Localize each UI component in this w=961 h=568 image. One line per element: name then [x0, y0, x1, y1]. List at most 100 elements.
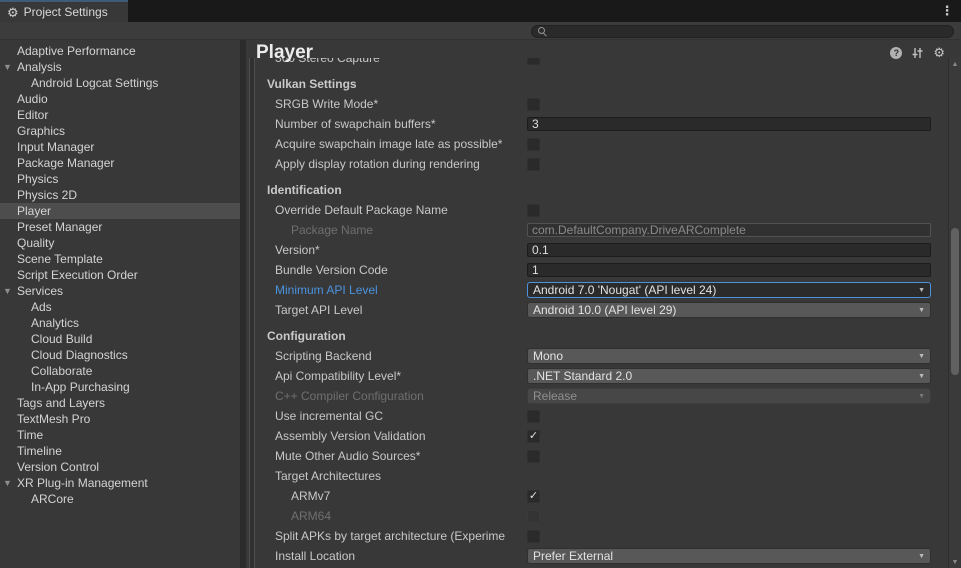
dropdown-value: Prefer External	[533, 549, 918, 563]
sidebar-item-time[interactable]: Time	[0, 427, 240, 443]
override-package-name-checkbox[interactable]	[527, 204, 540, 217]
presets-icon[interactable]	[911, 47, 924, 59]
sidebar-item-preset-manager[interactable]: Preset Manager	[0, 219, 240, 235]
sidebar-item-timeline[interactable]: Timeline	[0, 443, 240, 459]
mute-other-audio-sources-checkbox[interactable]	[527, 450, 540, 463]
foldout-expanded-icon[interactable]: ▼	[3, 286, 12, 296]
swapchain-buffers-field[interactable]: 3	[527, 117, 931, 131]
setting-row: Target API Level Android 10.0 (API level…	[255, 300, 948, 320]
sidebar-item-label: Script Execution Order	[0, 268, 138, 282]
sidebar-item-in-app-purchasing[interactable]: In-App Purchasing	[0, 379, 240, 395]
setting-label: SRGB Write Mode*	[255, 97, 527, 111]
sidebar-item-quality[interactable]: Quality	[0, 235, 240, 251]
sidebar-item-physics-2d[interactable]: Physics 2D	[0, 187, 240, 203]
stereo-capture-checkbox[interactable]	[527, 58, 540, 65]
setting-label: Acquire swapchain image late as possible…	[255, 137, 527, 151]
sidebar-item-xr-plug-in-management[interactable]: ▼XR Plug-in Management	[0, 475, 240, 491]
sidebar-item-ads[interactable]: Ads	[0, 299, 240, 315]
assembly-version-validation-checkbox[interactable]: ✓	[527, 430, 540, 443]
toolbar	[0, 22, 961, 40]
sidebar-item-label: Input Manager	[0, 140, 94, 154]
sidebar-item-version-control[interactable]: Version Control	[0, 459, 240, 475]
acquire-swapchain-late-checkbox[interactable]	[527, 138, 540, 151]
help-icon[interactable]: ?	[890, 47, 902, 59]
setting-label: Split APKs by target architecture (Exper…	[255, 529, 527, 543]
setting-row: SRGB Write Mode*	[255, 94, 948, 114]
setting-label: Number of swapchain buffers*	[255, 117, 527, 131]
setting-row: Acquire swapchain image late as possible…	[255, 134, 948, 154]
sidebar-item-services[interactable]: ▼Services	[0, 283, 240, 299]
sidebar-item-textmesh-pro[interactable]: TextMesh Pro	[0, 411, 240, 427]
sidebar-item-collaborate[interactable]: Collaborate	[0, 363, 240, 379]
install-location-dropdown[interactable]: Prefer External ▼	[527, 548, 931, 564]
sidebar-item-cloud-build[interactable]: Cloud Build	[0, 331, 240, 347]
sidebar-item-label: TextMesh Pro	[0, 412, 90, 426]
tab-project-settings[interactable]: ⚙ Project Settings	[0, 0, 128, 22]
sidebar-item-label: Version Control	[0, 460, 99, 474]
sidebar-item-package-manager[interactable]: Package Manager	[0, 155, 240, 171]
search-input[interactable]	[551, 26, 953, 37]
sidebar-item-input-manager[interactable]: Input Manager	[0, 139, 240, 155]
scrollbar-thumb[interactable]	[951, 228, 959, 375]
dropdown-value: .NET Standard 2.0	[533, 369, 918, 383]
version-field[interactable]: 0.1	[527, 243, 931, 257]
package-name-field: com.DefaultCompany.DriveARComplete	[527, 223, 931, 237]
setting-label: Target Architectures	[255, 469, 527, 483]
sidebar-item-label: Time	[0, 428, 43, 442]
sidebar-item-tags-and-layers[interactable]: Tags and Layers	[0, 395, 240, 411]
sidebar-item-script-execution-order[interactable]: Script Execution Order	[0, 267, 240, 283]
sidebar-item-android-logcat-settings[interactable]: Android Logcat Settings	[0, 75, 240, 91]
apply-display-rotation-checkbox[interactable]	[527, 158, 540, 171]
bundle-version-code-field[interactable]: 1	[527, 263, 931, 277]
split-apks-checkbox[interactable]	[527, 530, 540, 543]
sidebar-item-label: ARCore	[0, 492, 74, 506]
sidebar-item-label: Editor	[0, 108, 48, 122]
gear-icon[interactable]: ⚙	[933, 46, 945, 59]
window-menu-kebab-icon[interactable]: ⋮	[940, 3, 954, 19]
scroll-down-icon[interactable]: ▼	[949, 559, 961, 566]
setting-row: C++ Compiler Configuration Release ▼	[255, 386, 948, 406]
sidebar-item-label: Adaptive Performance	[0, 44, 136, 58]
sidebar-item-physics[interactable]: Physics	[0, 171, 240, 187]
sidebar-item-adaptive-performance[interactable]: Adaptive Performance	[0, 43, 240, 59]
search-box[interactable]	[531, 25, 954, 38]
sidebar-item-player[interactable]: Player	[0, 203, 240, 219]
sidebar-item-scene-template[interactable]: Scene Template	[0, 251, 240, 267]
sidebar-item-label: Player	[0, 204, 51, 218]
setting-row: ARMv7 ✓	[255, 486, 948, 506]
sidebar-item-label: Package Manager	[0, 156, 114, 170]
setting-row: Number of swapchain buffers* 3	[255, 114, 948, 134]
setting-label: Api Compatibility Level*	[255, 369, 527, 383]
foldout-expanded-icon[interactable]: ▼	[3, 478, 12, 488]
scroll-up-icon[interactable]: ▲	[949, 61, 961, 68]
minimum-api-level-dropdown[interactable]: Android 7.0 'Nougat' (API level 24) ▼	[527, 282, 931, 298]
vertical-scrollbar[interactable]: ▲ ▼	[948, 58, 961, 568]
check-icon: ✓	[529, 491, 538, 502]
api-compatibility-level-dropdown[interactable]: .NET Standard 2.0 ▼	[527, 368, 931, 384]
sidebar-item-label: Android Logcat Settings	[0, 76, 158, 90]
sidebar-item-analytics[interactable]: Analytics	[0, 315, 240, 331]
setting-label: Install Location	[255, 549, 527, 563]
dropdown-value: Android 10.0 (API level 29)	[533, 303, 918, 317]
sidebar-item-label: XR Plug-in Management	[0, 476, 148, 490]
foldout-expanded-icon[interactable]: ▼	[3, 62, 12, 72]
setting-row: Assembly Version Validation ✓	[255, 426, 948, 446]
setting-label: Override Default Package Name	[255, 203, 527, 217]
sidebar-item-analysis[interactable]: ▼Analysis	[0, 59, 240, 75]
target-api-level-dropdown[interactable]: Android 10.0 (API level 29) ▼	[527, 302, 931, 318]
sidebar-item-label: Analytics	[0, 316, 79, 330]
sidebar-item-graphics[interactable]: Graphics	[0, 123, 240, 139]
srgb-write-mode-checkbox[interactable]	[527, 98, 540, 111]
setting-row: ARM64	[255, 506, 948, 526]
sidebar-item-arcore[interactable]: ARCore	[0, 491, 240, 507]
sidebar-item-audio[interactable]: Audio	[0, 91, 240, 107]
scripting-backend-dropdown[interactable]: Mono ▼	[527, 348, 931, 364]
sidebar-item-label: Preset Manager	[0, 220, 102, 234]
sidebar-item-editor[interactable]: Editor	[0, 107, 240, 123]
chevron-down-icon: ▼	[918, 287, 925, 294]
use-incremental-gc-checkbox[interactable]	[527, 410, 540, 423]
dropdown-value: Android 7.0 'Nougat' (API level 24)	[533, 283, 918, 297]
sidebar-item-cloud-diagnostics[interactable]: Cloud Diagnostics	[0, 347, 240, 363]
armv7-checkbox[interactable]: ✓	[527, 490, 540, 503]
sidebar-item-label: Cloud Build	[0, 332, 92, 346]
